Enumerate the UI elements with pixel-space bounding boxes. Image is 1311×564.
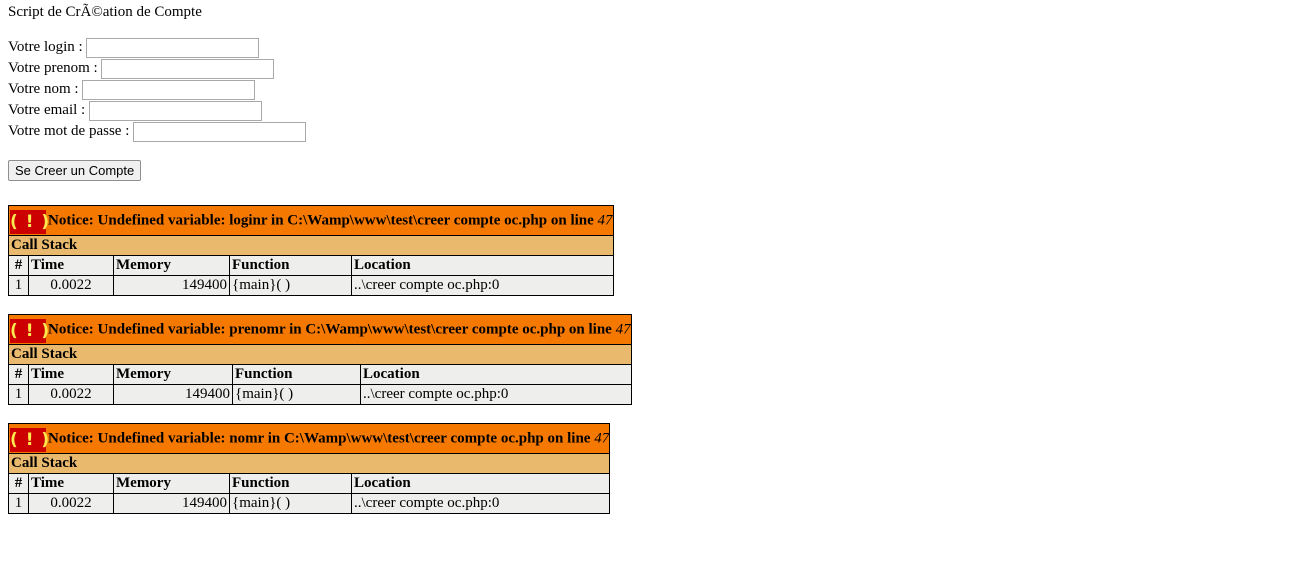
cell-memory: 149400 [113,493,230,514]
cell-time: 0.0022 [28,384,114,405]
callstack-title: Call Stack [7,453,611,474]
col-header-location: Location [351,255,614,276]
password-input[interactable] [133,121,307,142]
callstack-title-row: Call Stack [7,453,611,474]
notice-line-number: 47 [594,429,610,446]
page-title: Script de CrÃ©ation de Compte [8,4,202,20]
login-label: Votre login : [8,39,83,55]
email-input[interactable] [88,100,262,121]
error-icon: ( ! ) [10,427,51,452]
password-label: Votre mot de passe : [8,123,130,139]
nom-input[interactable] [82,79,256,100]
nom-label: Votre nom : [8,81,79,97]
cell-num: 1 [8,493,29,514]
cell-num: 1 [8,384,29,405]
col-header-location: Location [360,364,632,385]
col-header-function: Function [232,364,361,385]
password-row: Votre mot de passe : [8,121,1303,142]
col-header-memory: Memory [113,255,230,276]
col-header-function: Function [229,255,352,276]
cell-function: {main}( ) [232,384,361,405]
col-header-time: Time [28,473,114,494]
notice-message: Notice: Undefined variable: prenomr in C… [48,321,616,337]
prenom-label: Votre prenom : [8,60,98,76]
error-icon: ( ! ) [10,318,51,343]
cell-memory: 149400 [113,275,230,296]
account-form: Votre login : Votre prenom : Votre nom :… [8,37,1303,182]
notice-table-nomr: ( ! )Notice: Undefined variable: nomr in… [7,423,611,514]
prenom-input[interactable] [101,58,275,79]
callstack-header-row: # Time Memory Function Location [8,364,632,385]
callstack-title: Call Stack [8,235,614,256]
col-header-time: Time [28,364,114,385]
col-header-function: Function [229,473,352,494]
notice-header: ( ! )Notice: Undefined variable: loginr … [8,205,614,236]
callstack-header-row: # Time Memory Function Location [8,473,611,494]
cell-time: 0.0022 [28,275,114,296]
cell-function: {main}( ) [229,275,352,296]
cell-memory: 149400 [113,384,233,405]
login-row: Votre login : [8,37,1303,58]
cell-location: ..\creer compte oc.php:0 [351,275,614,296]
cell-time: 0.0022 [28,493,114,514]
cell-location: ..\creer compte oc.php:0 [360,384,632,405]
col-header-num: # [8,473,29,494]
notice-message: Notice: Undefined variable: loginr in C:… [48,212,598,228]
cell-function: {main}( ) [229,493,352,514]
table-row: 1 0.0022 149400 {main}( ) ..\creer compt… [8,384,632,405]
notice-table-loginr: ( ! )Notice: Undefined variable: loginr … [8,205,614,296]
col-header-memory: Memory [113,473,230,494]
callstack-title: Call Stack [8,344,632,365]
col-header-memory: Memory [113,364,233,385]
email-row: Votre email : [8,100,1303,121]
nom-row: Votre nom : [8,79,1303,100]
notice-header: ( ! )Notice: Undefined variable: nomr in… [7,423,611,454]
notice-message: Notice: Undefined variable: nomr in C:\W… [48,430,595,446]
callstack-title-row: Call Stack [8,235,614,256]
table-row: 1 0.0022 149400 {main}( ) ..\creer compt… [8,275,614,296]
cell-num: 1 [8,275,29,296]
page: Script de CrÃ©ation de Compte Votre logi… [0,0,1311,536]
callstack-title-row: Call Stack [8,344,632,365]
submit-wrap: Se Creer un Compte [8,160,1303,182]
email-label: Votre email : [8,102,86,118]
col-header-time: Time [28,255,114,276]
col-header-num: # [8,255,29,276]
notice-line-number: 47 [597,211,613,228]
cell-location: ..\creer compte oc.php:0 [350,493,611,514]
error-icon: ( ! ) [10,209,51,234]
col-header-location: Location [350,473,611,494]
login-input[interactable] [86,37,260,58]
notice-line-number: 47 [615,320,631,337]
prenom-row: Votre prenom : [8,58,1303,79]
notice-table-prenomr: ( ! )Notice: Undefined variable: prenomr… [8,314,632,405]
callstack-header-row: # Time Memory Function Location [8,255,614,276]
table-row: 1 0.0022 149400 {main}( ) ..\creer compt… [8,493,611,514]
col-header-num: # [8,364,29,385]
create-account-button[interactable]: Se Creer un Compte [8,160,142,181]
notice-header: ( ! )Notice: Undefined variable: prenomr… [8,314,632,345]
